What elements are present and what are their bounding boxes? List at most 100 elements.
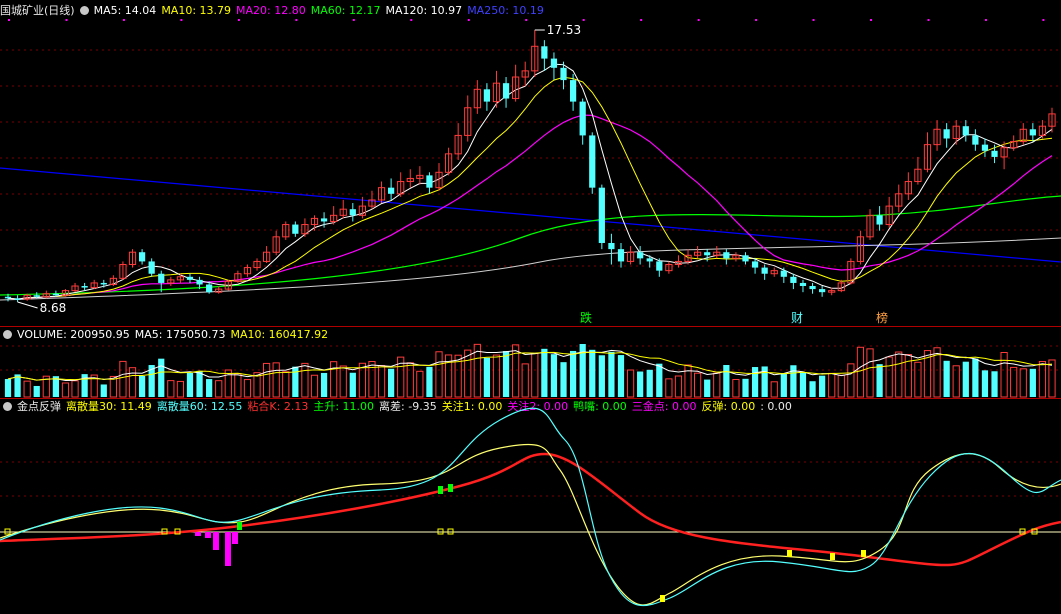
yellow-signal — [861, 550, 866, 557]
candle-body — [876, 215, 883, 225]
volume-bar — [224, 369, 232, 398]
volume-bar — [972, 358, 979, 397]
volume-bar — [943, 360, 950, 397]
volume-bar — [1048, 359, 1056, 398]
volume-bar — [186, 372, 194, 397]
candle-body — [186, 276, 194, 280]
volume-bar — [1029, 368, 1036, 397]
volume-bar — [626, 369, 635, 398]
volume-bar — [1038, 360, 1047, 398]
volume-bar — [780, 373, 787, 397]
volume-bar — [856, 346, 865, 398]
candle-body — [483, 89, 491, 102]
signal-dot — [237, 19, 240, 21]
volume-bar — [674, 375, 683, 398]
candle-body — [637, 252, 644, 259]
candle-body — [569, 80, 577, 102]
candle-body — [943, 129, 950, 139]
volume-bar — [368, 361, 376, 398]
volume-bar — [723, 365, 730, 397]
signal-dot — [8, 19, 10, 21]
volume-bar — [914, 361, 922, 398]
volume-bar — [799, 372, 807, 397]
candle-body — [320, 218, 328, 222]
candle-body — [196, 279, 203, 285]
volume-panel: VOLUME: 200950.95 MA5: 175050.73 MA10: 160… — [0, 326, 1061, 398]
candle-body — [617, 249, 625, 262]
candle-body — [560, 67, 567, 81]
volume-bar — [406, 362, 414, 398]
volume-bar — [541, 348, 548, 397]
volume-bar — [167, 380, 175, 398]
volume-bar — [206, 379, 213, 397]
magenta-bar — [195, 532, 201, 536]
volume-bar — [991, 371, 998, 397]
yellow-signal — [787, 550, 792, 557]
high-label: 17.53 — [547, 23, 581, 37]
candle-body — [972, 135, 979, 145]
indicator-chart — [0, 407, 1061, 607]
candle-body — [14, 298, 21, 300]
volume-bar — [713, 372, 721, 398]
candle-body — [704, 252, 711, 256]
candle-body — [799, 282, 807, 287]
volume-bar — [119, 360, 127, 398]
candle-body — [991, 150, 998, 157]
volume-bar — [981, 370, 989, 397]
volume-bar — [339, 365, 347, 398]
volume-bar — [23, 380, 31, 398]
volume-bar — [962, 361, 969, 397]
volume-bar — [646, 369, 653, 397]
volume-bar — [158, 358, 165, 397]
marker-1: 跌 — [580, 310, 592, 325]
magenta-bar — [213, 532, 219, 550]
low-leader — [17, 301, 38, 309]
volume-bar — [138, 376, 146, 397]
candle-body — [742, 255, 749, 262]
candle-body — [751, 261, 759, 268]
volume-bar — [61, 382, 70, 398]
signal-dot — [697, 19, 700, 21]
signal-dot — [582, 19, 585, 21]
volume-bar — [1019, 368, 1027, 398]
volume-bar — [100, 384, 107, 397]
ma250-line — [0, 167, 1061, 263]
volume-bar — [885, 356, 893, 398]
candle-body — [819, 289, 826, 293]
candle-body — [292, 224, 299, 234]
volume-bar — [435, 351, 443, 398]
ma20-line — [7, 114, 1053, 300]
volume-chart — [0, 343, 1061, 398]
volume-bar — [521, 363, 529, 398]
candle-body — [809, 286, 816, 290]
volume-bar — [694, 372, 702, 398]
yellow-signal — [660, 595, 665, 602]
candle-body — [426, 175, 433, 188]
candle-body — [780, 270, 787, 277]
signal-dot — [525, 19, 528, 21]
volume-bar — [349, 372, 356, 397]
magenta-bar — [232, 532, 238, 544]
signal-dot — [755, 19, 758, 21]
signal-dot — [65, 19, 68, 21]
volume-bar — [1010, 366, 1018, 398]
candle-body — [761, 267, 768, 274]
candle-body — [981, 144, 989, 151]
candle-body — [646, 258, 653, 262]
volume-bar — [14, 374, 21, 397]
cyan-line — [0, 407, 1061, 607]
candle-body — [52, 293, 60, 296]
volume-bar — [837, 374, 845, 398]
candle-body — [81, 286, 88, 288]
green-signal — [438, 486, 443, 494]
candle-body — [502, 83, 510, 99]
signal-dot — [122, 19, 125, 21]
candle-body — [148, 261, 155, 274]
candle-body — [723, 252, 730, 259]
candle-body — [550, 58, 558, 68]
volume-bar — [847, 363, 855, 398]
volume-bar — [732, 378, 740, 398]
volume-bar — [33, 385, 40, 397]
volume-bar — [4, 379, 12, 397]
volume-bar — [282, 371, 290, 398]
